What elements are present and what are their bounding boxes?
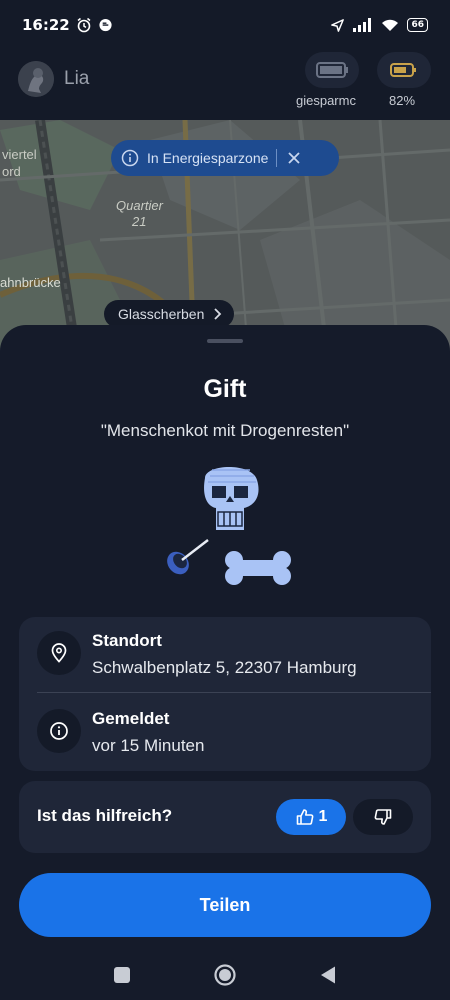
share-button[interactable]: Teilen [19, 873, 431, 937]
thumbs-down-button[interactable] [353, 799, 413, 835]
battery-indicator: 66 [407, 18, 428, 32]
system-nav-bar [0, 950, 450, 1000]
skull-icon [204, 467, 259, 530]
reported-row: Gemeldet vor 15 Minuten [19, 695, 431, 771]
report-info-card: Standort Schwalbenplatz 5, 22307 Hamburg… [19, 617, 431, 771]
detail-sheet: Gift "Menschenkot mit Drogenresten" Stan… [0, 325, 450, 1000]
app-header: Lia giesparmc 82% [0, 50, 450, 120]
battery-saver-icon [316, 62, 348, 78]
back-icon[interactable] [319, 965, 337, 985]
map-label: ahnbrücke [0, 275, 61, 290]
reported-value: vor 15 Minuten [92, 736, 205, 755]
energy-saver-label: giesparmc [296, 93, 356, 108]
upvote-count: 1 [318, 808, 328, 825]
poison-skull-illustration [167, 467, 291, 585]
feedback-card: Ist das hilfreich? 1 [19, 781, 431, 853]
battery-icon [390, 63, 416, 77]
thumbs-down-icon [374, 809, 392, 825]
info-icon [121, 149, 139, 167]
status-bar: 16:22 66 [0, 0, 450, 50]
wifi-icon [382, 19, 399, 31]
nearby-report-label: Glasscherben [118, 306, 205, 322]
username: Lia [64, 68, 90, 89]
report-title: Gift [203, 375, 247, 403]
bone-icon [225, 551, 291, 585]
alarm-icon [77, 17, 91, 33]
sheet-drag-handle[interactable] [207, 339, 243, 343]
chevron-right-icon [214, 308, 222, 320]
energy-zone-pill[interactable]: In Energiesparzone [111, 140, 339, 176]
map-label: Quartier [116, 198, 163, 213]
location-label: Standort [92, 631, 162, 650]
location-value: Schwalbenplatz 5, 22307 Hamburg [92, 658, 357, 677]
location-arrow-icon [331, 18, 345, 32]
close-icon[interactable] [287, 151, 301, 165]
map-label: viertel [2, 147, 37, 162]
pushpin-icon [167, 539, 209, 575]
map-label: ord [2, 164, 21, 179]
signal-icon [353, 18, 372, 32]
energy-saver-button[interactable] [305, 52, 359, 88]
feedback-question: Ist das hilfreich? [37, 806, 173, 825]
battery-button[interactable] [377, 52, 431, 88]
battery-percent-label: 82% [389, 93, 416, 108]
recent-apps-icon[interactable] [113, 966, 131, 984]
location-pin-icon [51, 643, 67, 663]
home-icon[interactable] [213, 963, 237, 987]
location-row[interactable]: Standort Schwalbenplatz 5, 22307 Hamburg [19, 617, 431, 693]
map-label: 21 [132, 214, 147, 229]
info-icon [50, 722, 68, 740]
divider [37, 692, 431, 693]
avatar[interactable] [18, 61, 54, 97]
report-description: "Menschenkot mit Drogenresten" [100, 421, 350, 440]
thumbs-up-icon [296, 809, 313, 825]
reported-label: Gemeldet [92, 709, 170, 728]
thumbs-up-button[interactable]: 1 [276, 799, 346, 835]
chat-notification-icon [99, 18, 112, 31]
nearby-report-pill[interactable]: Glasscherben [104, 300, 235, 328]
energy-zone-label: In Energiesparzone [147, 150, 269, 166]
status-time: 16:22 [22, 16, 70, 34]
